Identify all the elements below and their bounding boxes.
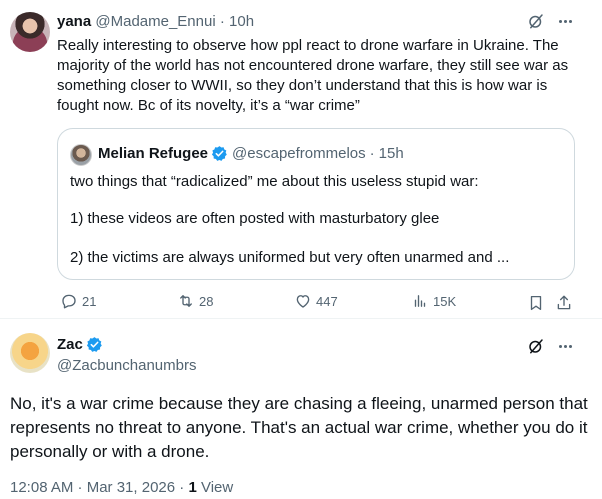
views-label: View <box>200 479 234 496</box>
separator: · <box>179 479 185 496</box>
bookmark-icon[interactable] <box>527 294 545 312</box>
like-button[interactable]: 447 <box>294 292 338 310</box>
separator: · <box>369 145 375 162</box>
heart-icon <box>296 295 310 308</box>
quoted-text-line: 2) the victims are always uniformed but … <box>70 249 510 266</box>
quoted-header: Melian Refugee @escapefrommelos · 15h <box>98 145 404 162</box>
divider <box>0 318 602 319</box>
like-count: 447 <box>316 293 338 309</box>
quoted-time: 15h <box>378 145 404 162</box>
verified-badge-icon <box>211 146 227 161</box>
author-handle[interactable]: @Zacbunchanumbrs <box>57 357 196 374</box>
action-bar: 21 28 447 15K <box>0 292 602 314</box>
quoted-avatar <box>70 144 92 166</box>
post-text: Really interesting to observe how ppl re… <box>57 37 569 114</box>
avatar[interactable] <box>10 12 50 52</box>
more-options-icon[interactable] <box>556 12 574 30</box>
author-name[interactable]: Zac <box>57 336 83 353</box>
quoted-author-name: Melian Refugee <box>98 145 209 162</box>
post-timestamp[interactable]: 12:08 AM · Mar 31, 2026 <box>10 479 175 496</box>
grok-icon[interactable] <box>527 12 545 30</box>
quoted-text-line: 1) these videos are often posted with ma… <box>70 210 440 227</box>
more-options-icon[interactable] <box>556 337 574 355</box>
reply-icon <box>62 294 76 309</box>
quoted-post[interactable]: Melian Refugee @escapefrommelos · 15h tw… <box>57 128 575 280</box>
avatar[interactable] <box>10 333 50 373</box>
grok-icon[interactable] <box>527 337 545 355</box>
post-main: yana @Madame_Ennui · 10h Really interest… <box>0 0 602 318</box>
post-time[interactable]: 10h <box>229 13 254 30</box>
verified-badge-icon <box>86 337 102 352</box>
views-button[interactable]: 15K <box>411 292 456 310</box>
analytics-icon <box>414 295 426 307</box>
post-text: No, it's a war crime because they are ch… <box>10 394 588 461</box>
author-name[interactable]: yana <box>57 13 91 30</box>
author-handle[interactable]: @Madame_Ennui <box>95 13 215 30</box>
share-icon[interactable] <box>555 294 573 312</box>
repost-count: 28 <box>199 293 214 309</box>
repost-icon <box>180 295 192 307</box>
post-meta: 12:08 AM · Mar 31, 2026 · 1 View <box>10 479 233 496</box>
separator: · <box>219 13 225 30</box>
author-name-row: Zac <box>57 336 107 353</box>
views-count: 15K <box>433 293 457 309</box>
post-header: yana @Madame_Ennui · 10h <box>57 13 254 30</box>
quoted-handle: @escapefrommelos <box>232 145 366 162</box>
reply-button[interactable]: 21 <box>60 292 96 310</box>
reply-count: 21 <box>82 293 97 309</box>
repost-button[interactable]: 28 <box>177 292 213 310</box>
views-count: 1 <box>188 479 197 496</box>
quoted-text-line: two things that “radicalized” me about t… <box>70 173 479 190</box>
